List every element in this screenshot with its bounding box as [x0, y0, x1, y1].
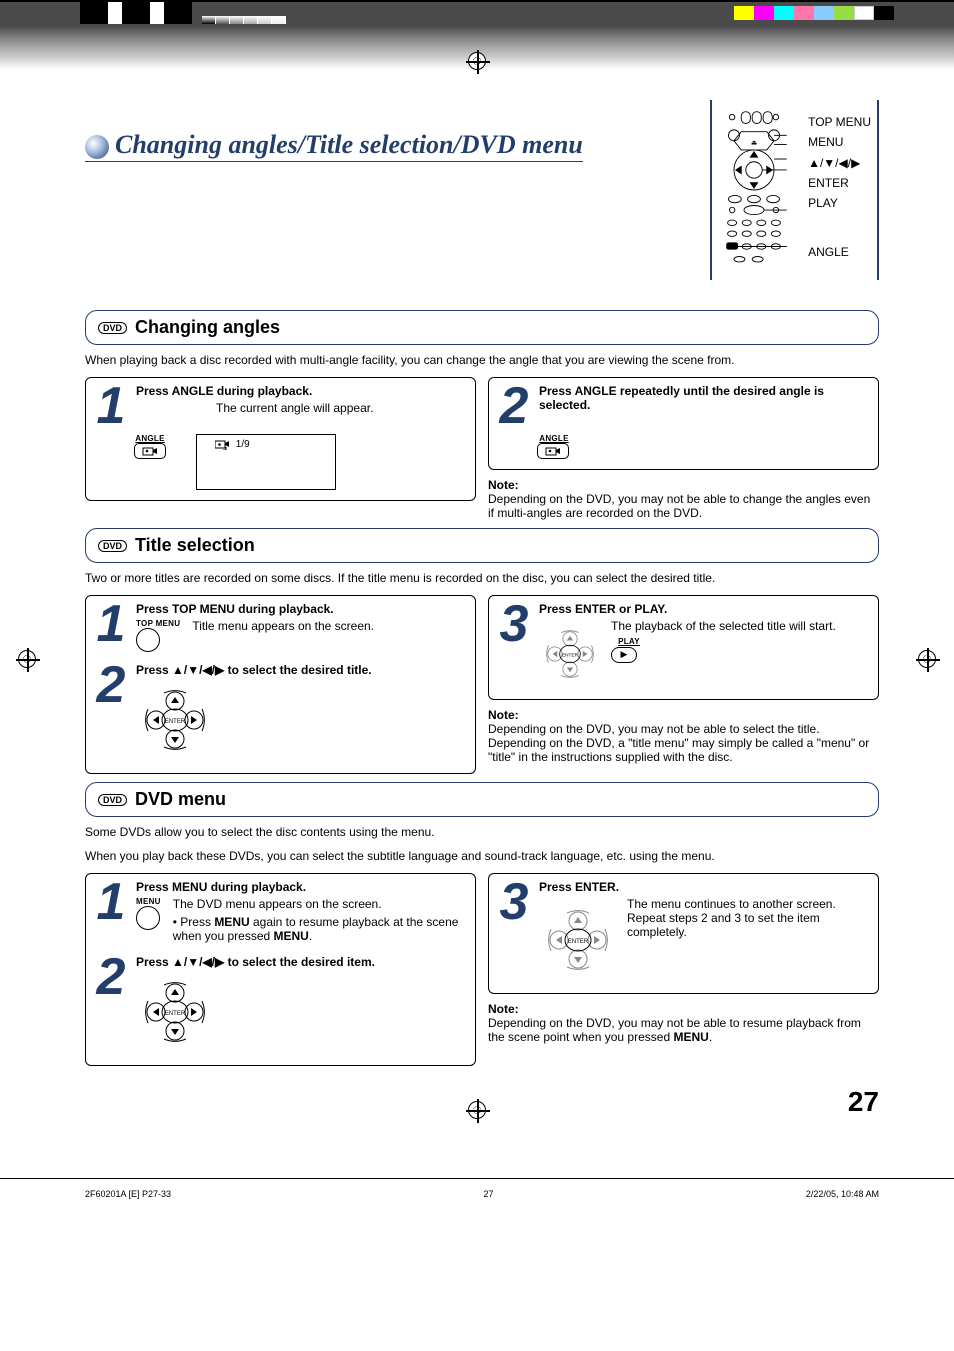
dm-step1-desc-b: • Press MENU again to resume playback at…	[173, 915, 467, 943]
top-menu-button-label: TOP MENU	[136, 619, 180, 628]
enter-pad-icon: ENTER	[136, 681, 214, 759]
remote-label-enter: ENTER	[808, 176, 871, 190]
dvd-menu-steps-1-2: 1 Press MENU during playback. MENU The D…	[85, 873, 476, 1066]
step-number-icon: 1	[94, 880, 128, 924]
svg-text:ENTER: ENTER	[568, 939, 589, 945]
dvd-menu-intro-b: When you play back these DVDs, you can s…	[85, 849, 879, 863]
osd-preview-box: 1/9	[196, 434, 336, 490]
remote-label-play: PLAY	[808, 196, 871, 210]
remote-label-arrows: ▲/▼/◀/▶	[808, 156, 871, 170]
step1-title: Press ANGLE during playback.	[136, 384, 467, 398]
footer-left: 2F60201A [E] P27-33	[85, 1189, 171, 1199]
remote-outline-icon: ⏏	[718, 108, 790, 272]
enter-pad-icon: ENTER	[539, 901, 617, 979]
title-selection-steps-1-2: 1 Press TOP MENU during playback. TOP ME…	[85, 595, 476, 774]
top-menu-button-icon	[136, 628, 160, 652]
step-number-icon: 2	[94, 955, 128, 999]
dvd-chip-icon: DVD	[98, 540, 127, 552]
step-number-icon: 1	[94, 602, 128, 646]
menu-button-label: MENU	[136, 897, 161, 906]
step2-title: Press ANGLE repeatedly until the desired…	[539, 384, 870, 412]
dm-step2-title: Press ▲/▼/◀/▶ to select the desired item…	[136, 955, 467, 969]
footer-rule	[0, 1178, 954, 1179]
step-number-icon: 3	[497, 602, 531, 646]
step-number-icon: 2	[94, 663, 128, 707]
remote-label-top-menu: TOP MENU	[808, 115, 871, 129]
section-heading-title-selection: DVD Title selection	[85, 528, 879, 563]
step-number-icon: 1	[94, 384, 128, 428]
ts-step1-title: Press TOP MENU during playback.	[136, 602, 467, 616]
osd-text: 1/9	[236, 439, 250, 450]
title-badge-icon	[85, 135, 109, 159]
remote-label-angle: ANGLE	[808, 245, 871, 259]
svg-text:ENTER: ENTER	[165, 1011, 186, 1017]
changing-angles-step1-box: 1 Press ANGLE during playback. The curre…	[85, 377, 476, 501]
enter-pad-icon: ENTER	[539, 623, 601, 685]
dm-step3-title: Press ENTER.	[539, 880, 870, 894]
remote-label-menu: MENU	[808, 135, 871, 149]
dm-step1-desc-a: The DVD menu appears on the screen.	[173, 897, 467, 911]
footer-right: 2/22/05, 10:48 AM	[806, 1189, 879, 1199]
title-selection-intro: Two or more titles are recorded on some …	[85, 571, 879, 585]
dvd-menu-step3: 3 Press ENTER. ENTER	[488, 873, 879, 994]
step1-desc: The current angle will appear.	[136, 401, 467, 415]
changing-angles-note: Note: Depending on the DVD, you may not …	[488, 478, 879, 520]
header-bw-marks	[80, 2, 286, 24]
step-number-icon: 2	[497, 384, 531, 428]
remote-diagram: ⏏	[710, 100, 879, 280]
page-title: Changing angles/Title selection/DVD menu	[85, 100, 583, 162]
dvd-chip-icon: DVD	[98, 794, 127, 806]
svg-text:ENTER: ENTER	[562, 653, 579, 659]
register-mark-icon	[468, 52, 486, 70]
dm-step1-title: Press MENU during playback.	[136, 880, 467, 894]
angle-button-icon	[537, 443, 569, 459]
svg-text:⏏: ⏏	[751, 139, 757, 146]
svg-text:ENTER: ENTER	[165, 719, 186, 725]
footer-mid: 27	[483, 1189, 493, 1199]
section-heading-dvd-menu: DVD DVD menu	[85, 782, 879, 817]
print-footer: 2F60201A [E] P27-33 27 2/22/05, 10:48 AM	[0, 1189, 954, 1199]
changing-angles-intro: When playing back a disc recorded with m…	[85, 353, 879, 367]
angle-button-icon	[134, 443, 166, 459]
ts-step2-title: Press ▲/▼/◀/▶ to select the desired titl…	[136, 663, 467, 677]
changing-angles-step2-box: 2 Press ANGLE repeatedly until the desir…	[488, 377, 879, 470]
ts-step3-title: Press ENTER or PLAY.	[539, 602, 870, 616]
section-heading-changing-angles: DVD Changing angles	[85, 310, 879, 345]
step-number-icon: 3	[497, 880, 531, 924]
angle-button-label: ANGLE	[134, 434, 166, 443]
menu-button-icon	[136, 906, 160, 930]
angle-button-label: ANGLE	[537, 434, 571, 443]
dvd-chip-icon: DVD	[98, 322, 127, 334]
play-button-icon: ▶	[611, 647, 637, 663]
ts-step3-desc: The playback of the selected title will …	[611, 619, 870, 633]
ts-step1-desc: Title menu appears on the screen.	[192, 619, 374, 633]
title-selection-step3: 3 Press ENTER or PLAY. ENTER	[488, 595, 879, 700]
header-color-marks	[734, 6, 894, 20]
dm-step3-desc: The menu continues to another screen. Re…	[627, 897, 870, 939]
play-button-label: PLAY	[611, 637, 647, 646]
dvd-menu-note: Note: Depending on the DVD, you may not …	[488, 1002, 879, 1044]
title-selection-note: Note: Depending on the DVD, you may not …	[488, 708, 879, 764]
dvd-menu-intro-a: Some DVDs allow you to select the disc c…	[85, 825, 879, 839]
enter-pad-icon: ENTER	[136, 973, 214, 1051]
